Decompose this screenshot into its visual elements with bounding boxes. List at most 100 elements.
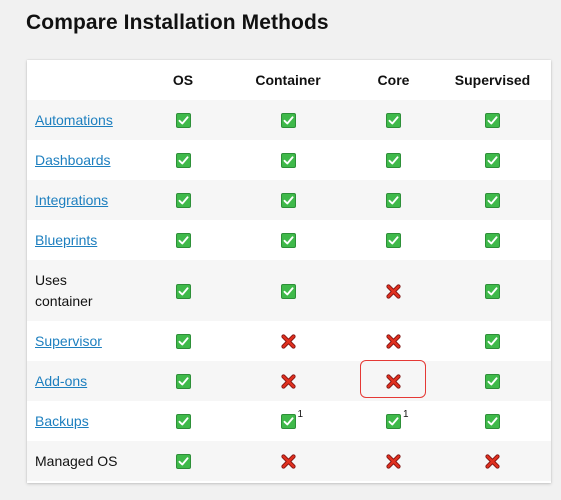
status-supervised [485,414,500,430]
check-mark-icon [175,334,191,350]
check-mark-icon [175,153,191,169]
table-row: Automations [27,100,551,140]
cross-mark-icon [280,334,296,349]
status-core: 1 [386,410,409,430]
cross-mark-icon [386,454,401,469]
cell-supervised [434,401,551,441]
check-mark-icon [280,193,296,209]
cell-container: 1 [223,401,353,441]
status-container [280,233,296,249]
header-container: Container [255,72,321,88]
status-os [175,283,191,299]
cell-core [353,260,434,321]
header-supervised: Supervised [454,72,531,88]
feature-link-automations[interactable]: Automations [35,112,113,128]
page-title: Compare Installation Methods [26,11,329,34]
check-mark-icon [485,233,500,249]
status-core [386,374,401,389]
status-container [280,454,296,469]
check-mark-icon [485,334,500,350]
feature-link-integrations[interactable]: Integrations [35,192,108,208]
cell-container [223,180,353,220]
cell-core [353,441,434,481]
table-row: Backups 1 1 [27,401,551,441]
check-mark-icon [175,374,191,390]
cell-os [143,100,223,140]
status-supervised [485,374,500,390]
status-os [175,374,191,390]
header-row: OS Container Core Supervised [27,60,551,100]
status-core [386,113,401,129]
cell-container [223,100,353,140]
feature-cell: Uses container [27,260,143,321]
status-supervised [485,153,500,169]
status-container: 1 [280,410,303,430]
header-feature [27,60,143,100]
feature-link-supervisor[interactable]: Supervisor [35,333,102,349]
check-mark-icon [280,153,296,169]
status-container [280,334,296,349]
footnote-marker: 1 [297,409,304,421]
status-supervised [485,113,500,129]
cell-core [353,321,434,361]
cell-core [353,361,434,401]
check-mark-icon [485,113,500,129]
cross-mark-icon [280,454,296,469]
cell-os [143,441,223,481]
check-mark-icon [175,233,191,249]
cell-supervised [434,441,551,481]
table-row: Integrations [27,180,551,220]
table-row: Add-ons [27,361,551,401]
feature-cell: Backups [27,401,143,441]
status-core [386,334,401,349]
status-os [175,153,191,169]
cell-supervised [434,220,551,260]
status-os [175,233,191,249]
check-mark-icon [280,113,296,129]
status-core [386,284,401,299]
cross-mark-icon [386,374,401,389]
cell-container [223,140,353,180]
feature-cell: Add-ons [27,361,143,401]
status-os [175,454,191,470]
check-mark-icon [485,283,500,299]
table-row: Supervisor [27,321,551,361]
cell-supervised [434,140,551,180]
feature-label-uses-container: Uses container [35,271,93,309]
feature-cell: Dashboards [27,140,143,180]
table-row: Blueprints [27,220,551,260]
status-supervised [485,233,500,249]
cross-mark-icon [280,374,296,389]
cell-container [223,361,353,401]
status-core [386,233,401,249]
check-mark-icon [485,414,500,430]
status-os [175,334,191,350]
status-os [175,414,191,430]
status-os [175,113,191,129]
status-container [280,153,296,169]
feature-link-dashboards[interactable]: Dashboards [35,152,111,168]
cell-os [143,361,223,401]
status-supervised [485,283,500,299]
cell-supervised [434,321,551,361]
check-mark-icon [386,193,401,209]
cell-core [353,140,434,180]
check-mark-icon [485,153,500,169]
feature-link-add-ons[interactable]: Add-ons [35,373,87,389]
cell-supervised [434,100,551,140]
cell-supervised [434,260,551,321]
status-core [386,153,401,169]
cell-core [353,220,434,260]
feature-label-managed-os: Managed OS [35,452,118,469]
feature-link-backups[interactable]: Backups [35,413,89,429]
cross-mark-icon [485,454,500,469]
status-supervised [485,193,500,209]
check-mark-icon [175,193,191,209]
feature-link-blueprints[interactable]: Blueprints [35,232,97,248]
check-mark-icon [386,233,401,249]
cell-core [353,100,434,140]
cell-container [223,220,353,260]
cell-os [143,140,223,180]
status-container [280,113,296,129]
check-mark-icon [280,283,296,299]
